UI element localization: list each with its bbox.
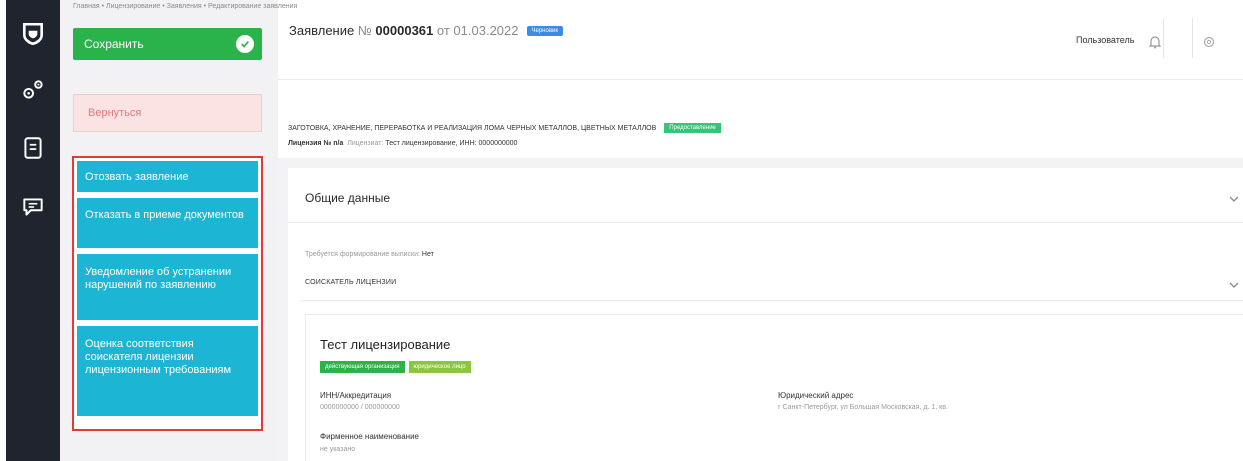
extract-row: Требуется формирование выписки: Нет [305, 251, 434, 258]
general-section-title[interactable]: Общие данные [305, 191, 390, 205]
status-badge: Черновик [526, 25, 563, 36]
section-divider [288, 222, 1243, 223]
title-prefix: Заявление [289, 23, 355, 38]
document-icon[interactable] [6, 128, 60, 168]
title-number-label: № [357, 23, 372, 38]
back-button[interactable]: Вернуться [73, 94, 262, 132]
sidebar-rail [6, 0, 60, 461]
settings-icon[interactable] [1195, 28, 1223, 56]
chevron-down-icon[interactable] [1228, 192, 1240, 204]
header-divider [1192, 18, 1193, 58]
inn-value: 0000000000 / 000000000 [320, 404, 400, 411]
activity-text: ЗАГОТОВКА, ХРАНЕНИЕ, ПЕРЕРАБОТКА И РЕАЛИ… [288, 124, 657, 132]
title-number: 00000361 [375, 23, 434, 38]
breadcrumb-item[interactable]: Заявления [167, 3, 202, 10]
shield-logo-icon[interactable] [6, 14, 60, 54]
organization-name: Тест лицензирование [320, 337, 451, 352]
save-button[interactable]: Сохранить [73, 28, 262, 60]
violation-notice-button[interactable]: Уведомление об устранении нарушений по з… [77, 254, 258, 320]
activity-badge: Предоставление [664, 123, 721, 133]
breadcrumb-item: Редактирование заявления [208, 3, 298, 10]
licensee-label: Лицензиат: [347, 140, 384, 147]
refuse-documents-button[interactable]: Отказать в приеме документов [77, 198, 258, 248]
withdraw-application-button[interactable]: Отозвать заявление [77, 161, 258, 192]
brand-value: не указано [320, 446, 356, 453]
address-value: г Санкт-Петербург, ул Большая Московская… [778, 404, 948, 411]
bell-icon[interactable] [1141, 28, 1169, 56]
gears-icon[interactable] [6, 70, 60, 110]
inn-label: ИНН/Аккредитация [320, 391, 392, 400]
section-divider [300, 300, 1243, 301]
title-date-prefix: от [436, 23, 450, 38]
user-menu[interactable]: Пользователь [1076, 35, 1134, 45]
actions-panel: Сохранить Вернуться Отозвать заявление О… [60, 0, 278, 461]
organization-badges: действующая организация юридическое лицо [320, 361, 471, 373]
applicant-section-title[interactable]: СОИСКАТЕЛЬ ЛИЦЕНЗИИ [305, 279, 396, 286]
save-button-label: Сохранить [84, 37, 144, 51]
check-icon [236, 35, 254, 53]
org-status-badge: действующая организация [320, 361, 405, 373]
chevron-down-icon[interactable] [1228, 278, 1240, 290]
extract-label: Требуется формирование выписки: [305, 251, 420, 258]
page-title: Заявление № 00000361 от 01.03.2022 Черно… [289, 23, 563, 38]
breadcrumb: Главная • Лицензирование • Заявления • Р… [73, 3, 298, 10]
activity-line: ЗАГОТОВКА, ХРАНЕНИЕ, ПЕРЕРАБОТКА И РЕАЛИ… [288, 123, 721, 133]
highlighted-action-group: Отозвать заявление Отказать в приеме док… [72, 156, 263, 431]
license-label: Лицензия № n/a [288, 140, 344, 147]
title-date: 01.03.2022 [453, 23, 519, 38]
compliance-assessment-button[interactable]: Оценка соответствия соискателя лицензии … [77, 326, 258, 416]
licensee-value: Тест лицензирование, ИНН: 0000000000 [385, 140, 518, 147]
header-divider-line [278, 79, 1243, 80]
breadcrumb-item[interactable]: Лицензирование [106, 3, 160, 10]
address-label: Юридический адрес [778, 391, 854, 400]
chat-icon[interactable] [6, 187, 60, 227]
license-line: Лицензия № n/a Лицензиат: Тест лицензиро… [288, 140, 517, 147]
org-type-badge: юридическое лицо [408, 361, 471, 373]
breadcrumb-item[interactable]: Главная [73, 3, 100, 10]
brand-label: Фирменное наименование [320, 432, 420, 441]
extract-value: Нет [421, 251, 434, 258]
